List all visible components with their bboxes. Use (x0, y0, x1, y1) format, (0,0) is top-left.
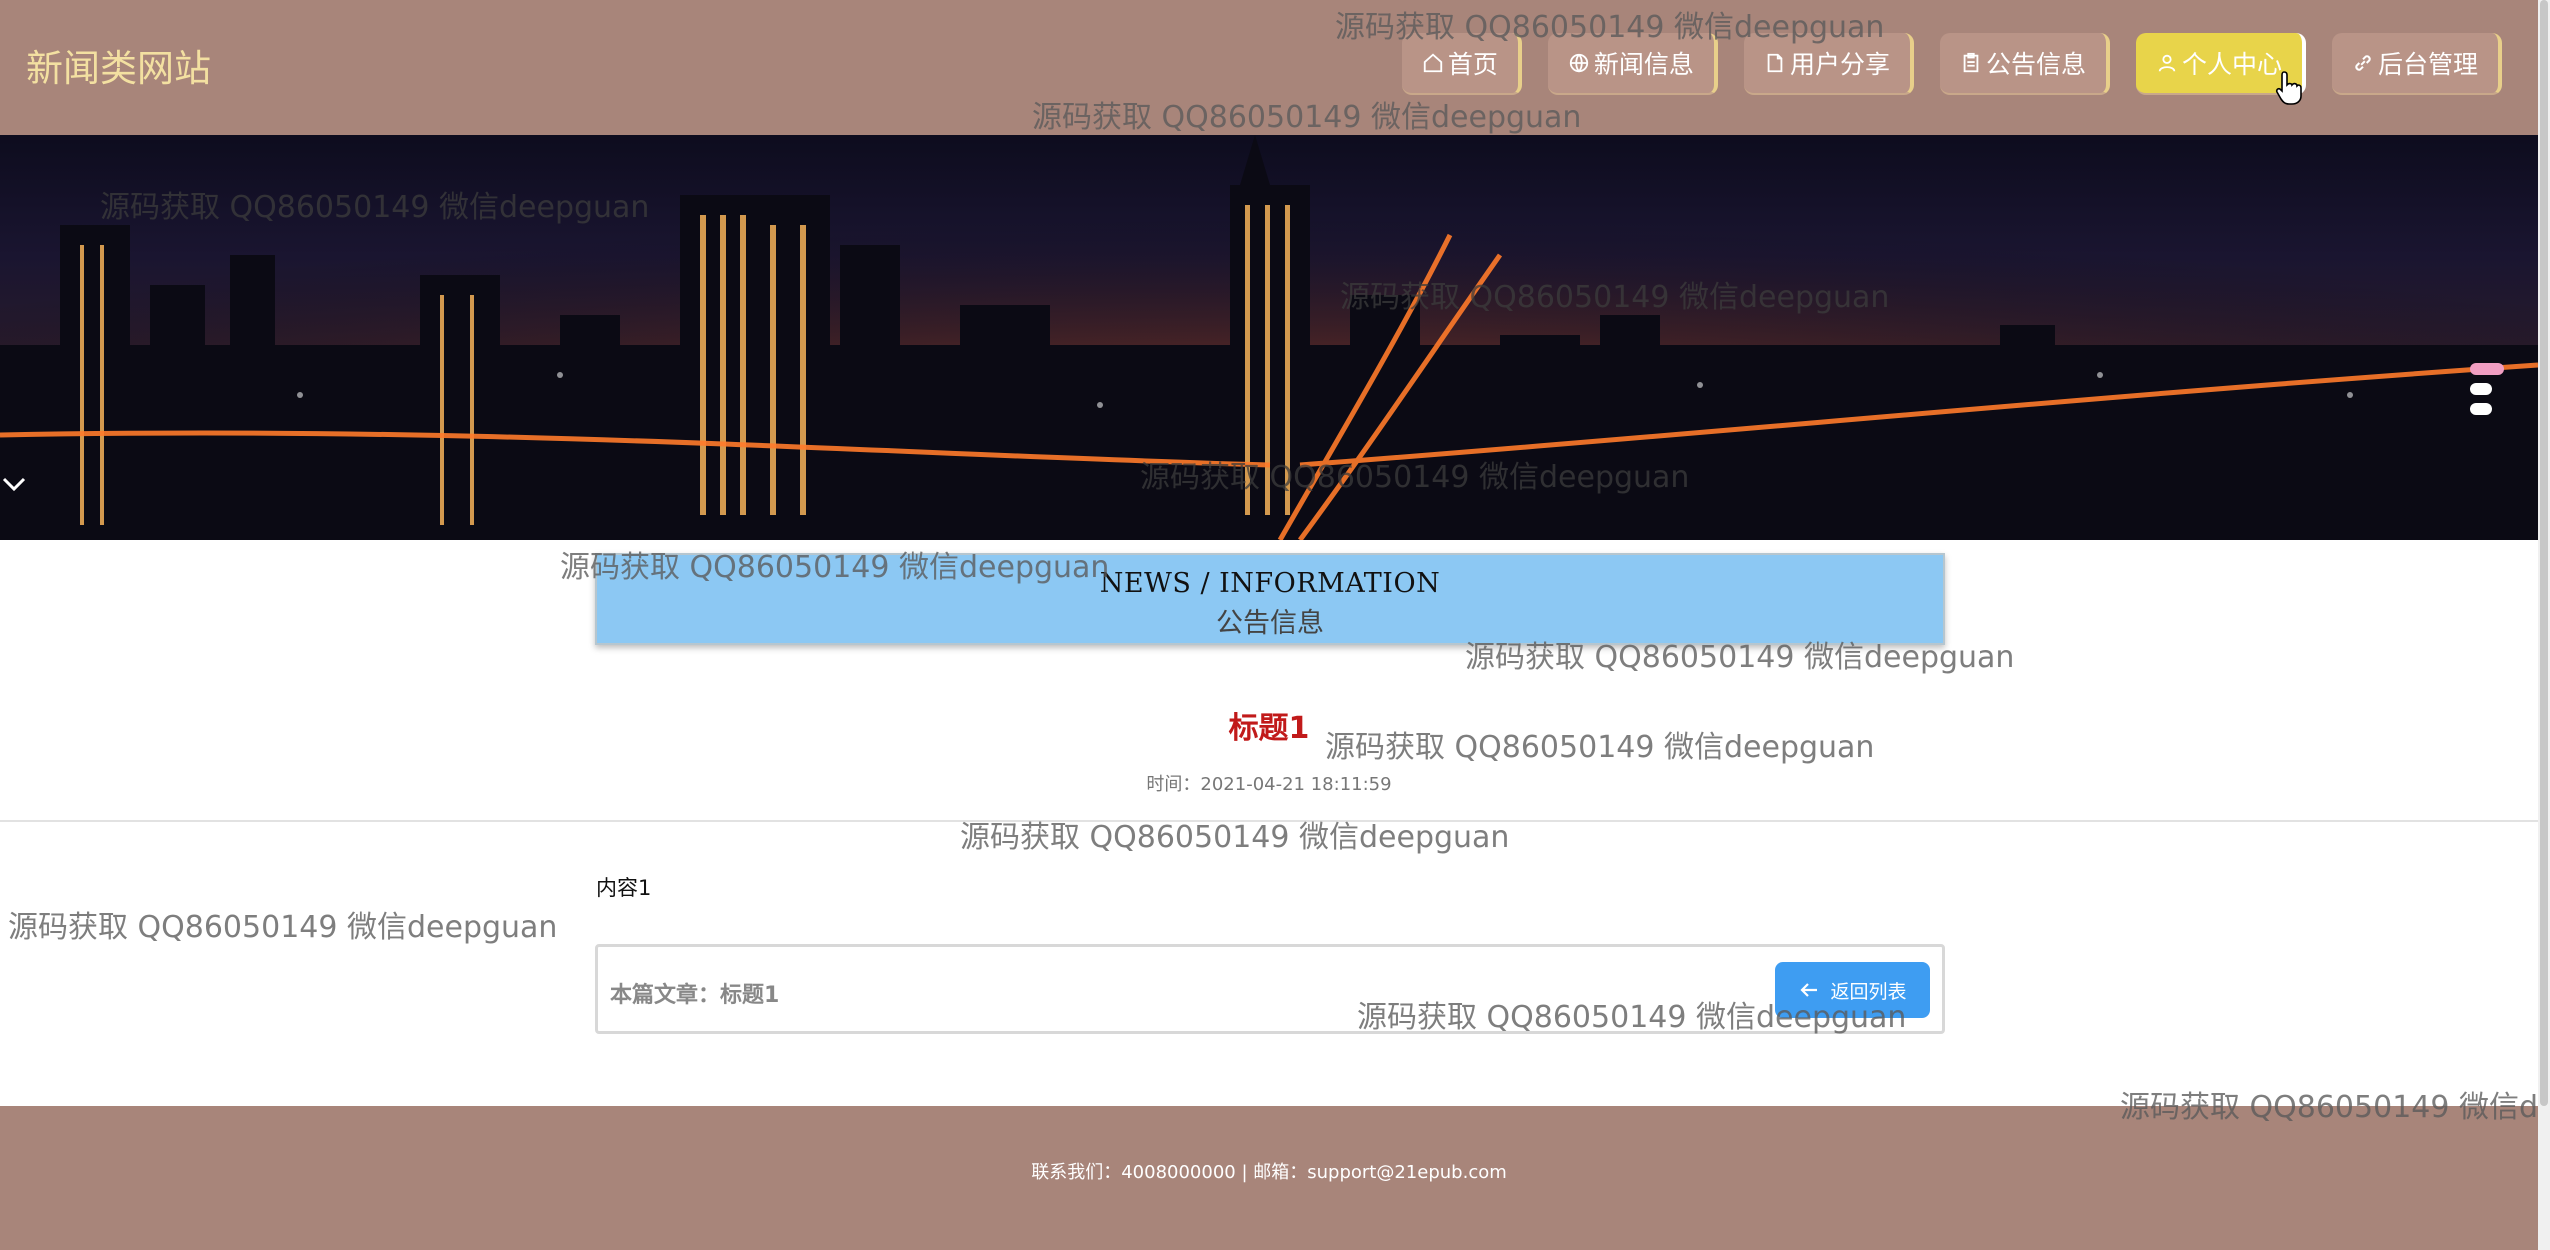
nav-news-label: 新闻信息 (1593, 50, 1694, 79)
share-doc-icon (1764, 52, 1786, 74)
nav-home[interactable]: 首页 (1401, 33, 1522, 95)
nav-announcement-label: 公告信息 (1985, 50, 2086, 79)
user-icon (2156, 52, 2178, 74)
site-title[interactable]: 新闻类网站 (26, 38, 211, 92)
clipboard-icon (1960, 52, 1982, 74)
site-header: 新闻类网站 首页 新闻信息 用户分享 公告信息 个人中心 后台管理 (0, 0, 2538, 135)
article-nav-bar: 本篇文章：标题1 返回列表 (595, 944, 1945, 1034)
watermark: 源码获取 QQ86050149 微信deepguan (2120, 1090, 2538, 1125)
chevron-down-icon[interactable] (0, 470, 28, 498)
footer-contact: 联系我们：4008000000 | 邮箱：support@21epub.com (1031, 1162, 1507, 1183)
watermark: 源码获取 QQ86050149 微信deepguan (8, 910, 558, 945)
home-icon (1422, 52, 1444, 74)
site-footer: 联系我们：4008000000 | 邮箱：support@21epub.com (0, 1106, 2538, 1250)
divider (0, 820, 2538, 822)
carousel-dot[interactable] (2470, 363, 2504, 375)
hero-banner (0, 135, 2538, 540)
city-night-image (0, 135, 2538, 540)
article-time: 时间：2021-04-21 18:11:59 (1146, 774, 1392, 795)
carousel-dot[interactable] (2470, 383, 2492, 395)
watermark-clip: 源码获取 QQ86050149 微信deepguan (2120, 1080, 2538, 1126)
watermark: 源码获取 QQ86050149 微信deepguan (960, 820, 1510, 855)
carousel-indicators (2470, 363, 2504, 415)
nav-user-share[interactable]: 用户分享 (1743, 33, 1914, 95)
hand-cursor-icon (2275, 71, 2302, 105)
article-content: 内容1 (596, 876, 652, 900)
arrow-left-icon (1800, 983, 1818, 997)
nav-admin-label: 后台管理 (2377, 50, 2478, 79)
link-icon (2352, 52, 2374, 74)
page-scrollbar[interactable] (2538, 0, 2550, 1250)
current-article-label: 本篇文章：标题1 (610, 983, 780, 1008)
nav-home-label: 首页 (1447, 50, 1498, 79)
carousel-dot[interactable] (2470, 403, 2492, 415)
nav-announcement[interactable]: 公告信息 (1939, 33, 2110, 95)
section-title-box: NEWS / INFORMATION 公告信息 (595, 553, 1945, 645)
back-to-list-label: 返回列表 (1830, 980, 1907, 1003)
nav-user-share-label: 用户分享 (1789, 50, 1890, 79)
nav-news[interactable]: 新闻信息 (1547, 33, 1718, 95)
back-to-list-button[interactable]: 返回列表 (1775, 962, 1930, 1018)
article-title: 标题1 (1228, 711, 1310, 746)
section-title-cn: 公告信息 (1216, 608, 1324, 639)
nav-personal-center-label: 个人中心 (2181, 50, 2282, 79)
scrollbar-thumb[interactable] (2540, 0, 2548, 1106)
globe-icon (1568, 52, 1590, 74)
nav-admin[interactable]: 后台管理 (2331, 33, 2502, 95)
section-title-en: NEWS / INFORMATION (1099, 568, 1441, 599)
main-nav: 首页 新闻信息 用户分享 公告信息 个人中心 后台管理 (1401, 33, 2502, 95)
